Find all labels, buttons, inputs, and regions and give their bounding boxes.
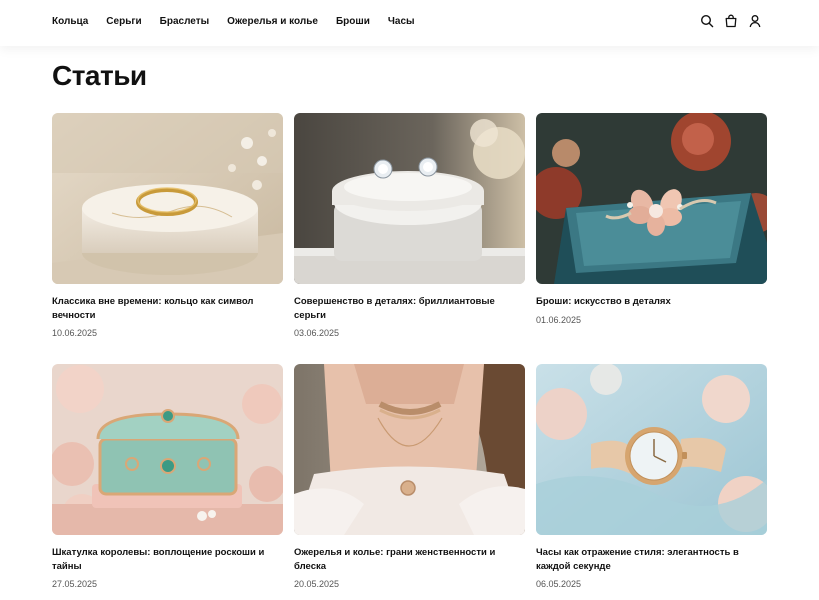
article-card[interactable]: Шкатулка королевы: воплощение роскоши и …	[52, 364, 283, 600]
article-date: 01.06.2025	[536, 314, 582, 325]
article-date: 20.05.2025	[294, 579, 340, 589]
nav-item-watches[interactable]: Часы	[388, 16, 415, 28]
article-card[interactable]: Часы как отражение стиля: элегантность в…	[536, 364, 767, 600]
article-title[interactable]: Шкатулка королевы: воплощение роскоши и …	[52, 546, 283, 573]
article-image-earrings[interactable]	[294, 113, 525, 284]
user-icon[interactable]	[748, 14, 762, 28]
nav-item-brooches[interactable]: Броши	[336, 16, 370, 28]
article-image-ring[interactable]	[52, 113, 283, 284]
article-title[interactable]: Броши: искусство в деталях	[536, 295, 767, 309]
article-card[interactable]: Броши: искусство в деталях 01.06.2025	[536, 113, 767, 364]
search-icon[interactable]	[700, 14, 714, 28]
page-title: Статьи	[52, 60, 147, 91]
articles-grid: Классика вне времени: кольцо как символ …	[52, 113, 767, 600]
article-image-jewelry-box[interactable]	[52, 364, 283, 535]
article-date: 27.05.2025	[52, 579, 98, 589]
article-image-watch[interactable]	[536, 364, 767, 535]
article-date: 06.05.2025	[536, 579, 582, 589]
nav-item-earrings[interactable]: Серьги	[106, 16, 141, 28]
nav-item-necklaces[interactable]: Ожерелья и колье	[227, 16, 318, 28]
article-title[interactable]: Ожерелья и колье: грани женственности и …	[294, 546, 525, 573]
article-date: 10.06.2025	[52, 328, 98, 338]
header-actions	[700, 14, 762, 28]
article-title[interactable]: Часы как отражение стиля: элегантность в…	[536, 546, 767, 573]
article-card[interactable]: Совершенство в деталях: бриллиантовые се…	[294, 113, 525, 364]
site-header: Кольца Серьги Браслеты Ожерелья и колье …	[0, 0, 819, 46]
article-title[interactable]: Классика вне времени: кольцо как символ …	[52, 295, 283, 322]
nav-item-bracelets[interactable]: Браслеты	[160, 16, 210, 28]
article-card[interactable]: Классика вне времени: кольцо как символ …	[52, 113, 283, 364]
article-image-brooch[interactable]	[536, 113, 767, 284]
cart-icon[interactable]	[724, 14, 738, 28]
article-image-necklace[interactable]	[294, 364, 525, 535]
main-nav: Кольца Серьги Браслеты Ожерелья и колье …	[52, 16, 415, 28]
article-card[interactable]: Ожерелья и колье: грани женственности и …	[294, 364, 525, 600]
article-date: 03.06.2025	[294, 328, 340, 338]
article-title[interactable]: Совершенство в деталях: бриллиантовые се…	[294, 295, 525, 322]
nav-item-rings[interactable]: Кольца	[52, 16, 88, 28]
